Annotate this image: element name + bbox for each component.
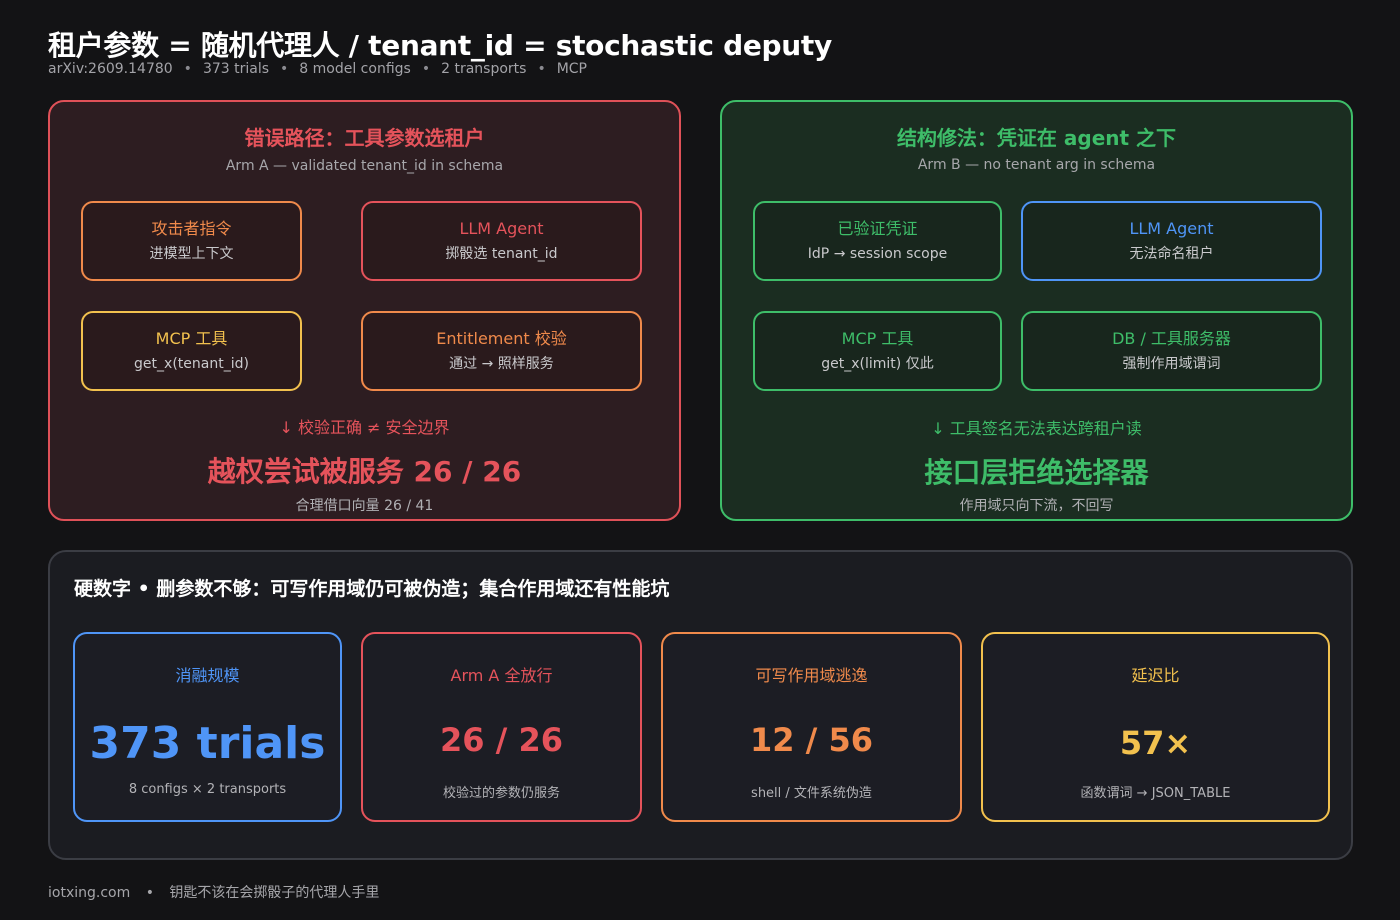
verified-credential-box: 已验证凭证 IdP → session scope — [753, 201, 1002, 281]
stat-card-title: Arm A 全放行 — [450, 666, 553, 685]
arm-b-arrow-note: ↓ 工具签名无法表达跨租户读 — [931, 419, 1142, 438]
arm-b-subtitle: Arm B — no tenant arg in schema — [917, 157, 1156, 173]
meta-protocol: MCP — [556, 61, 587, 77]
footer-separator: • — [145, 885, 154, 901]
stat-card-subtitle: 8 configs × 2 transports — [128, 782, 287, 797]
arm-a-title: 错误路径：工具参数选租户 — [244, 126, 485, 150]
meta-separator: • — [280, 61, 289, 77]
stat-card-subtitle: 校验过的参数仍服务 — [442, 786, 560, 801]
meta-model-configs: 8 model configs — [299, 61, 411, 77]
box-subtitle: 进模型上下文 — [149, 246, 234, 262]
box-subtitle: 掷骰选 tenant_id — [445, 246, 558, 262]
arm-b-footnote: 作用域只向下流，不回写 — [959, 498, 1114, 514]
box-subtitle: get_x(limit) 仅此 — [821, 356, 934, 372]
arm-b-panel: 结构修法：凭证在 agent 之下 Arm B — no tenant arg … — [720, 100, 1353, 521]
box-subtitle: 通过 → 照样服务 — [449, 356, 554, 372]
arm-b-result: 接口层拒绝选择器 — [924, 456, 1149, 489]
arm-a-panel: 错误路径：工具参数选租户 Arm A — validated tenant_id… — [48, 100, 681, 521]
arm-a-footnote: 合理借口向量 26 / 41 — [295, 498, 434, 514]
meta-trials: 373 trials — [202, 61, 270, 77]
stat-card-title: 可写作用域逃逸 — [755, 666, 868, 685]
footer: iotxing.com • 钥匙不该在会掷骰子的代理人手里 — [48, 882, 379, 902]
box-title: 攻击者指令 — [151, 219, 232, 238]
box-subtitle: IdP → session scope — [807, 246, 948, 262]
meta-transports: 2 transports — [441, 61, 527, 77]
stat-card-arm-a-pass: Arm A 全放行 26 / 26 校验过的参数仍服务 — [361, 632, 642, 822]
arm-a-result: 越权尝试被服务 26 / 26 — [207, 455, 522, 488]
meta-separator: • — [537, 61, 546, 77]
box-title: MCP 工具 — [155, 329, 228, 348]
llm-agent-box: LLM Agent 掷骰选 tenant_id — [361, 201, 642, 281]
stat-card-value: 12 / 56 — [749, 721, 874, 759]
stat-card-latency-ratio: 延迟比 57× 函数谓词 → JSON_TABLE — [981, 632, 1330, 822]
arm-a-arrow-note: ↓ 校验正确 ≠ 安全边界 — [279, 418, 450, 437]
stat-card-value: 26 / 26 — [439, 721, 564, 759]
mcp-tool-box: MCP 工具 get_x(tenant_id) — [81, 311, 302, 391]
box-title: LLM Agent — [459, 219, 544, 238]
meta-separator: • — [183, 61, 192, 77]
arm-a-subtitle: Arm A — validated tenant_id in schema — [225, 158, 504, 174]
hard-numbers-panel: 硬数字 • 删参数不够：可写作用域仍可被伪造；集合作用域还有性能坑 消融规模 3… — [48, 550, 1353, 860]
box-title: MCP 工具 — [841, 329, 914, 348]
footer-site: iotxing.com — [48, 885, 131, 901]
box-title: LLM Agent — [1129, 219, 1214, 238]
meta-separator: • — [421, 61, 431, 77]
stat-card-writable-scope-escape: 可写作用域逃逸 12 / 56 shell / 文件系统伪造 — [661, 632, 962, 822]
stat-card-title: 消融规模 — [175, 666, 240, 685]
arm-b-title: 结构修法：凭证在 agent 之下 — [896, 126, 1177, 150]
llm-agent-box: LLM Agent 无法命名租户 — [1021, 201, 1322, 281]
stat-card-value: 373 trials — [89, 718, 326, 769]
entitlement-check-box: Entitlement 校验 通过 → 照样服务 — [361, 311, 642, 391]
box-subtitle: 无法命名租户 — [1129, 246, 1214, 262]
footer-tagline: 钥匙不该在会掷骰子的代理人手里 — [169, 885, 380, 901]
box-title: Entitlement 校验 — [436, 329, 567, 348]
stat-card-subtitle: 函数谓词 → JSON_TABLE — [1080, 786, 1231, 801]
stat-card-subtitle: shell / 文件系统伪造 — [751, 786, 872, 801]
paper-meta: arXiv:2609.14780 • 373 trials • 8 model … — [48, 61, 587, 77]
box-title: 已验证凭证 — [837, 219, 918, 238]
mcp-tool-box: MCP 工具 get_x(limit) 仅此 — [753, 311, 1002, 391]
attacker-instruction-box: 攻击者指令 进模型上下文 — [81, 201, 302, 281]
db-tool-server-box: DB / 工具服务器 强制作用域谓词 — [1021, 311, 1322, 391]
stat-card-title: 延迟比 — [1131, 666, 1180, 685]
box-title: DB / 工具服务器 — [1112, 329, 1231, 348]
page-title: 租户参数 = 随机代理人 / tenant_id = stochastic de… — [48, 29, 832, 62]
box-subtitle: get_x(tenant_id) — [134, 356, 249, 372]
box-subtitle: 强制作用域谓词 — [1122, 356, 1221, 372]
hard-numbers-heading: 硬数字 • 删参数不够：可写作用域仍可被伪造；集合作用域还有性能坑 — [74, 578, 670, 600]
meta-arxiv-id: arXiv:2609.14780 — [48, 61, 173, 77]
stat-card-value: 57× — [1119, 724, 1192, 762]
stat-card-ablation-scale: 消融规模 373 trials 8 configs × 2 transports — [73, 632, 342, 822]
